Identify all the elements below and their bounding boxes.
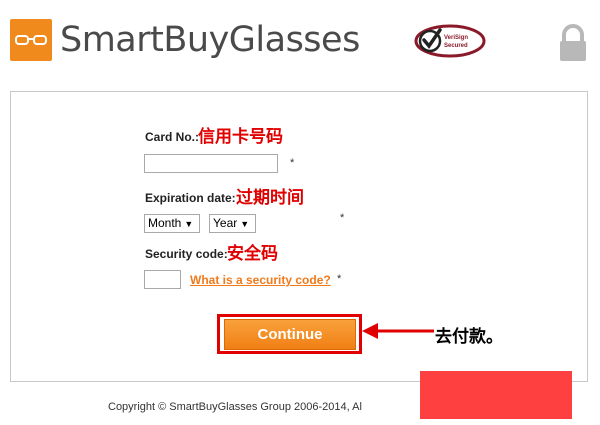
security-code-help-link[interactable]: What is a security code? xyxy=(190,273,331,287)
security-code-required-mark: * xyxy=(337,273,342,285)
expiration-month-select[interactable]: Month ▼ xyxy=(144,214,200,233)
expiration-year-select[interactable]: Year ▼ xyxy=(209,214,256,233)
expiration-date-label: Expiration date: xyxy=(145,191,236,205)
continue-annotation: 去付款。 xyxy=(435,327,503,347)
copyright-text: Copyright © SmartBuyGlasses Group 2006-2… xyxy=(108,401,362,413)
expiration-date-annotation: 过期时间 xyxy=(236,188,304,208)
chevron-down-icon: ▼ xyxy=(240,219,250,229)
lock-icon xyxy=(557,24,589,64)
expiration-required-mark: * xyxy=(340,212,345,224)
verisign-badge-icon[interactable]: VeriSign Secured xyxy=(414,24,486,58)
brand-logo-icon[interactable] xyxy=(10,19,52,61)
continue-button[interactable]: Continue xyxy=(224,319,356,350)
security-code-label: Security code: xyxy=(145,247,228,261)
card-number-annotation: 信用卡号码 xyxy=(198,127,283,147)
svg-text:VeriSign: VeriSign xyxy=(444,35,468,41)
card-number-input[interactable] xyxy=(144,154,278,173)
svg-text:Secured: Secured xyxy=(444,43,468,49)
redaction-block xyxy=(420,371,572,419)
red-arrow-icon xyxy=(362,322,434,340)
brand-name[interactable]: SmartBuyGlasses xyxy=(60,17,360,63)
chevron-down-icon: ▼ xyxy=(184,219,194,229)
card-number-label: Card No.: xyxy=(145,130,199,144)
security-code-input[interactable] xyxy=(144,270,181,289)
card-number-required-mark: * xyxy=(290,157,295,169)
month-select-value: Month xyxy=(148,216,182,230)
security-code-annotation: 安全码 xyxy=(227,244,278,264)
year-select-value: Year xyxy=(213,216,238,230)
